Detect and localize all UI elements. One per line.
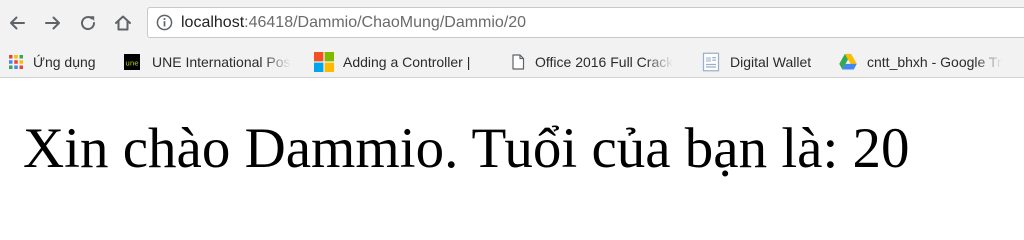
bookmark-label: UNE International Pos — [152, 54, 291, 70]
reload-icon — [81, 16, 96, 31]
bookmark-label: Ứng dụng — [33, 54, 96, 70]
bookmarks-bar: Ứng dụng une UNE International Pos Addin… — [0, 46, 1024, 78]
bookmark-label: cntt_bhxh - Google Tr — [867, 54, 1002, 70]
page-icon — [512, 54, 525, 70]
bookmark-label: Office 2016 Full Crack — [535, 54, 674, 70]
home-button[interactable] — [110, 10, 136, 36]
browser-toolbar: localhost:46418/Dammio/ChaoMung/Dammio/2… — [0, 0, 1024, 46]
address-bar-url[interactable]: localhost:46418/Dammio/ChaoMung/Dammio/2… — [181, 14, 526, 32]
bookmark-apps[interactable]: Ứng dụng — [8, 52, 96, 72]
bookmark-digital-wallet[interactable]: Digital Wallet — [701, 52, 811, 72]
bookmark-une-international[interactable]: une UNE International Pos — [121, 52, 299, 72]
forward-arrow-icon — [45, 16, 60, 30]
bookmark-label: Adding a Controller | — [343, 54, 471, 70]
page-heading: Xin chào Dammio. Tuổi của bạn là: 20 — [23, 117, 910, 180]
back-arrow-icon — [10, 16, 25, 30]
info-icon[interactable] — [156, 14, 173, 31]
url-host: localhost — [181, 14, 245, 31]
une-logo-icon: une — [124, 54, 140, 70]
home-icon — [115, 15, 131, 31]
svg-text:une: une — [125, 60, 138, 68]
google-drive-icon — [839, 53, 857, 70]
bookmark-office-2016[interactable]: Office 2016 Full Crack — [510, 52, 684, 72]
bookmark-cntt-bhxh[interactable]: cntt_bhxh - Google Tr — [838, 52, 1014, 72]
bookmark-label: Digital Wallet — [730, 54, 812, 70]
address-bar[interactable]: localhost:46418/Dammio/ChaoMung/Dammio/2… — [147, 7, 1024, 38]
microsoft-logo-icon — [314, 52, 334, 72]
document-icon — [702, 52, 720, 72]
back-button[interactable] — [4, 10, 30, 36]
bookmark-adding-controller[interactable]: Adding a Controller | — [314, 52, 470, 72]
forward-button[interactable] — [40, 10, 66, 36]
reload-button[interactable] — [75, 10, 101, 36]
apps-grid-icon — [9, 55, 23, 69]
url-path: :46418/Dammio/ChaoMung/Dammio/20 — [244, 14, 527, 31]
page-content: Xin chào Dammio. Tuổi của bạn là: 20 — [0, 78, 1024, 219]
